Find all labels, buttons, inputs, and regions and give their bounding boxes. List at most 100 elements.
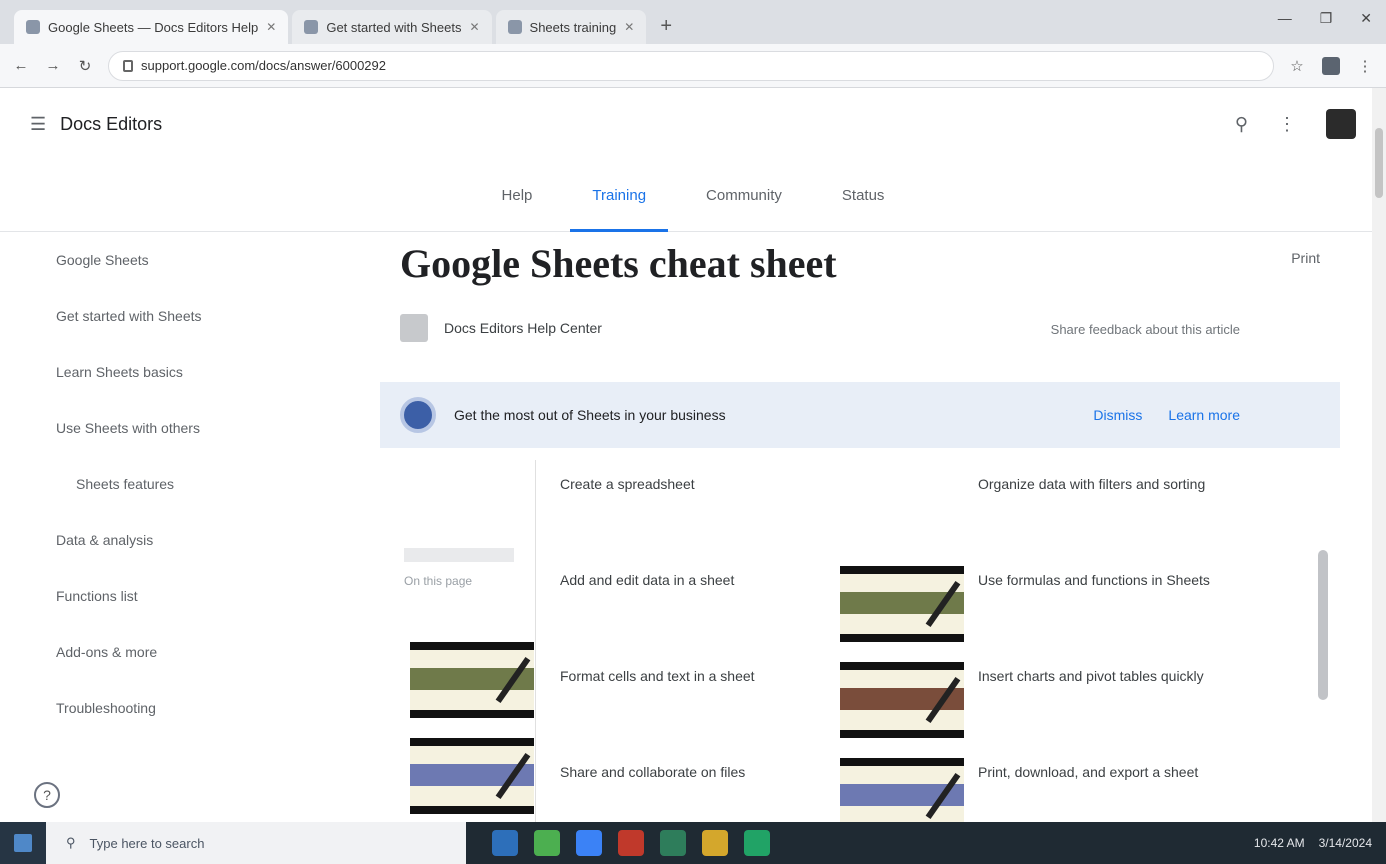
avatar[interactable]	[1326, 109, 1356, 139]
topic-entry[interactable]: Add and edit data in a sheet	[536, 556, 835, 652]
star-icon[interactable]: ☆	[1288, 57, 1306, 75]
header-actions: ⚲ ⋮	[1235, 109, 1356, 139]
topic-title: Insert charts and pivot tables quickly	[978, 668, 1204, 684]
url-field[interactable]: support.google.com/docs/answer/6000292	[108, 50, 1274, 81]
apps-icon[interactable]: ⋮	[1278, 114, 1296, 135]
windows-logo-icon	[14, 834, 32, 852]
clock-time[interactable]: 10:42 AM	[1254, 836, 1305, 850]
thumbnail-image	[840, 662, 964, 738]
topic-title: Print, download, and export a sheet	[978, 764, 1199, 780]
nav-item[interactable]: Learn Sheets basics	[0, 344, 250, 400]
author-name: Docs Editors Help Center	[444, 320, 602, 336]
main-content: Google Sheets cheat sheet Print Docs Edi…	[380, 232, 1340, 844]
banner-text: Get the most out of Sheets in your busin…	[454, 407, 726, 423]
browser-tab-title: Sheets training	[529, 19, 617, 35]
system-tray: 10:42 AM 3/14/2024	[1254, 836, 1386, 850]
maximize-button[interactable]: ❐	[1320, 10, 1333, 27]
tab-help[interactable]: Help	[502, 160, 533, 232]
thumbnail-image[interactable]	[410, 642, 534, 718]
nav-item[interactable]: Get started with Sheets	[0, 288, 250, 344]
placeholder-line	[404, 548, 514, 562]
left-navigation: Google Sheets Get started with Sheets Le…	[0, 232, 250, 822]
topic-title: Use formulas and functions in Sheets	[978, 572, 1210, 588]
tab-status[interactable]: Status	[842, 160, 885, 232]
banner-actions: Dismiss Learn more	[1093, 407, 1340, 423]
url-text: support.google.com/docs/answer/6000292	[141, 58, 386, 73]
back-icon[interactable]: ←	[12, 57, 30, 74]
close-tab-icon[interactable]: ✕	[266, 20, 276, 34]
tab-community[interactable]: Community	[706, 160, 782, 232]
dismiss-button[interactable]: Dismiss	[1093, 407, 1142, 423]
nav-item[interactable]: Google Sheets	[0, 232, 250, 288]
hamburger-menu-icon[interactable]: ☰	[30, 114, 46, 135]
close-tab-icon[interactable]: ✕	[469, 20, 479, 34]
topic-entry[interactable]: Create a spreadsheet	[536, 460, 835, 556]
gallery-scroll-thumb[interactable]	[1318, 550, 1328, 700]
nav-item[interactable]: Troubleshooting	[0, 680, 250, 736]
search-icon: ⚲	[66, 835, 76, 850]
taskbar-app-icon[interactable]	[618, 830, 644, 856]
nav-item[interactable]: Use Sheets with others	[0, 400, 250, 456]
browser-tab-title: Google Sheets — Docs Editors Help	[48, 19, 259, 35]
topic-title: Format cells and text in a sheet	[560, 668, 755, 684]
taskbar-search[interactable]: ⚲ Type here to search	[46, 822, 466, 864]
nav-item[interactable]: Add-ons & more	[0, 624, 250, 680]
topic-entry[interactable]: Organize data with filters and sorting	[840, 460, 1240, 556]
gallery-scrollbar[interactable]	[1316, 460, 1330, 820]
topic-title: Share and collaborate on files	[560, 764, 746, 780]
topic-title: Create a spreadsheet	[560, 476, 695, 492]
taskbar-search-placeholder: Type here to search	[89, 835, 205, 851]
browser-tab[interactable]: Get started with Sheets ✕	[292, 10, 492, 44]
author-row: Docs Editors Help Center	[400, 314, 602, 342]
start-button[interactable]	[0, 822, 46, 864]
page-scrollbar[interactable]	[1372, 88, 1386, 822]
browser-tab[interactable]: Sheets training ✕	[495, 10, 647, 44]
taskbar-app-icon[interactable]	[534, 830, 560, 856]
taskbar-app-icon[interactable]	[576, 830, 602, 856]
page-scroll-thumb[interactable]	[1375, 128, 1383, 198]
topic-entry[interactable]: Use formulas and functions in Sheets	[840, 556, 1240, 652]
favicon-icon	[26, 20, 40, 34]
minimize-button[interactable]: —	[1278, 10, 1292, 27]
topic-column-2: Organize data with filters and sorting U…	[840, 460, 1240, 844]
help-icon[interactable]: ?	[34, 782, 60, 808]
taskbar-app-icon[interactable]	[660, 830, 686, 856]
clock-date[interactable]: 3/14/2024	[1319, 836, 1372, 850]
thumbnail-image[interactable]	[410, 738, 534, 814]
close-tab-icon[interactable]: ✕	[624, 20, 634, 34]
on-this-page-text: On this page	[404, 574, 473, 588]
learn-more-button[interactable]: Learn more	[1168, 407, 1240, 423]
nav-item[interactable]: Data & analysis	[0, 512, 250, 568]
feedback-link[interactable]: Share feedback about this article	[1051, 322, 1240, 337]
taskbar-app-icon[interactable]	[492, 830, 518, 856]
taskbar-apps	[492, 830, 770, 856]
tab-training[interactable]: Training	[570, 160, 668, 232]
search-icon[interactable]: ⚲	[1235, 114, 1248, 135]
taskbar-app-icon[interactable]	[744, 830, 770, 856]
topic-entry[interactable]: Format cells and text in a sheet	[536, 652, 835, 748]
close-window-button[interactable]: ✕	[1360, 10, 1372, 27]
page-title: Google Sheets cheat sheet	[400, 241, 837, 286]
favicon-icon	[507, 20, 522, 34]
window-controls: — ❐ ✕	[1278, 10, 1372, 27]
topic-title: Add and edit data in a sheet	[560, 572, 735, 588]
taskbar: ⚲ Type here to search 10:42 AM 3/14/2024	[0, 822, 1386, 864]
nav-item[interactable]: Functions list	[0, 568, 250, 624]
nav-item[interactable]: Sheets features	[0, 456, 250, 512]
brand-title[interactable]: Docs Editors	[60, 114, 162, 135]
reload-icon[interactable]: ↻	[76, 57, 94, 75]
help-center-header: ☰ Docs Editors ⚲ ⋮	[0, 88, 1386, 160]
toolbar-icons: ☆ ⋮	[1288, 56, 1374, 75]
taskbar-app-icon[interactable]	[702, 830, 728, 856]
print-link[interactable]: Print	[1291, 250, 1320, 266]
forward-icon[interactable]: →	[44, 57, 62, 74]
thumbnail-stack-left	[410, 642, 534, 814]
topic-entry[interactable]: Insert charts and pivot tables quickly	[840, 652, 1240, 748]
lock-icon	[123, 59, 133, 72]
extension-icon[interactable]	[1322, 56, 1340, 75]
more-icon[interactable]: ⋮	[1356, 57, 1374, 75]
topic-column-1: Create a spreadsheet Add and edit data i…	[535, 460, 835, 844]
new-tab-button[interactable]: +	[650, 15, 682, 44]
browser-tab-active[interactable]: Google Sheets — Docs Editors Help ✕	[14, 10, 289, 44]
thumbnail-image	[840, 566, 964, 642]
